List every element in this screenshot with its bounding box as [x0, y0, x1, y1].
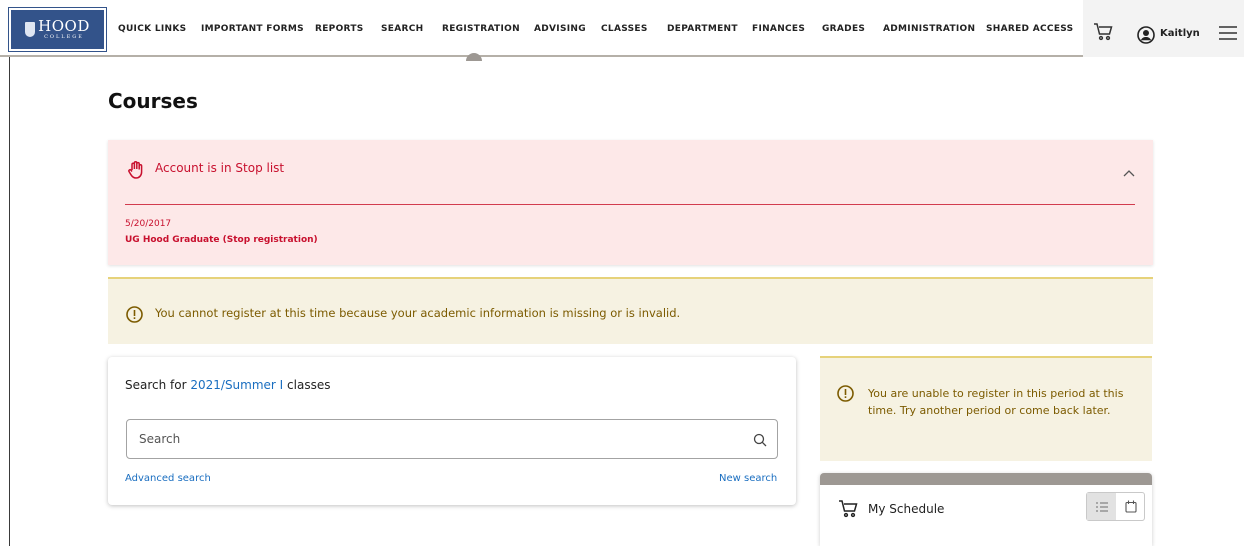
logo-subtext: COLLEGE [44, 34, 84, 40]
nav-item-classes[interactable]: CLASSES [601, 0, 648, 57]
nav-item-shared-access[interactable]: SHARED ACCESS [986, 0, 1073, 57]
search-heading: Search for 2021/Summer I classes [125, 378, 330, 392]
nav-item-administration[interactable]: ADMINISTRATION [883, 0, 975, 57]
stop-list-alert: Account is in Stop list 5/20/2017 UG Hoo… [108, 140, 1153, 265]
list-view-icon[interactable] [1087, 493, 1116, 520]
nav-item-registration[interactable]: REGISTRATION [442, 0, 520, 57]
new-search-link[interactable]: New search [719, 473, 777, 484]
user-name[interactable]: Kaitlyn [1160, 28, 1200, 39]
period-notice-text: You are unable to register in this perio… [868, 387, 1124, 417]
college-logo[interactable]: HOOD COLLEGE [8, 7, 107, 52]
class-search-card: Search for 2021/Summer I classes Advance… [108, 357, 796, 505]
registration-warning-banner: You cannot register at this time because… [108, 277, 1153, 344]
stop-hand-icon [126, 160, 146, 184]
nav-item-department[interactable]: DEPARTMENT [667, 0, 738, 57]
cart-icon[interactable] [1093, 23, 1113, 45]
search-heading-prefix: Search for [125, 378, 191, 392]
term-link[interactable]: 2021/Summer I [190, 378, 283, 392]
stop-date: 5/20/2017 [125, 219, 172, 229]
warning-icon [126, 306, 143, 327]
stop-list-divider [125, 204, 1135, 205]
search-icon[interactable] [753, 432, 767, 451]
shield-icon [25, 22, 36, 37]
search-heading-suffix: classes [283, 378, 331, 392]
nav-item-grades[interactable]: GRADES [822, 0, 865, 57]
left-edge-divider [9, 57, 10, 546]
nav-item-reports[interactable]: REPORTS [315, 0, 364, 57]
nav-item-search[interactable]: SEARCH [381, 0, 423, 57]
advanced-search-link[interactable]: Advanced search [125, 473, 211, 484]
schedule-title: My Schedule [868, 502, 945, 516]
nav-item-finances[interactable]: FINANCES [752, 0, 805, 57]
cart-icon [838, 500, 858, 522]
period-notice-banner: You are unable to register in this perio… [820, 356, 1152, 461]
calendar-view-icon[interactable] [1116, 493, 1145, 520]
chevron-up-icon[interactable] [1123, 162, 1135, 181]
top-navigation: HOOD COLLEGE QUICK LINKS IMPORTANT FORMS… [0, 0, 1244, 61]
nav-item-important-forms[interactable]: IMPORTANT FORMS [201, 0, 304, 57]
nav-item-advising[interactable]: ADVISING [534, 0, 586, 57]
user-avatar-icon[interactable] [1137, 26, 1155, 48]
nav-item-quick-links[interactable]: QUICK LINKS [118, 0, 186, 57]
stop-reason: UG Hood Graduate (Stop registration) [125, 235, 318, 245]
stop-list-title: Account is in Stop list [155, 161, 285, 175]
warning-icon [837, 385, 854, 406]
search-input[interactable] [127, 420, 747, 458]
logo-word: HOOD [38, 17, 90, 35]
schedule-view-toggle [1086, 492, 1145, 521]
search-box [126, 419, 778, 459]
hamburger-menu-icon[interactable] [1219, 25, 1237, 44]
warning-text: You cannot register at this time because… [155, 306, 681, 320]
page-title: Courses [108, 89, 198, 113]
my-schedule-card: My Schedule [820, 473, 1152, 546]
